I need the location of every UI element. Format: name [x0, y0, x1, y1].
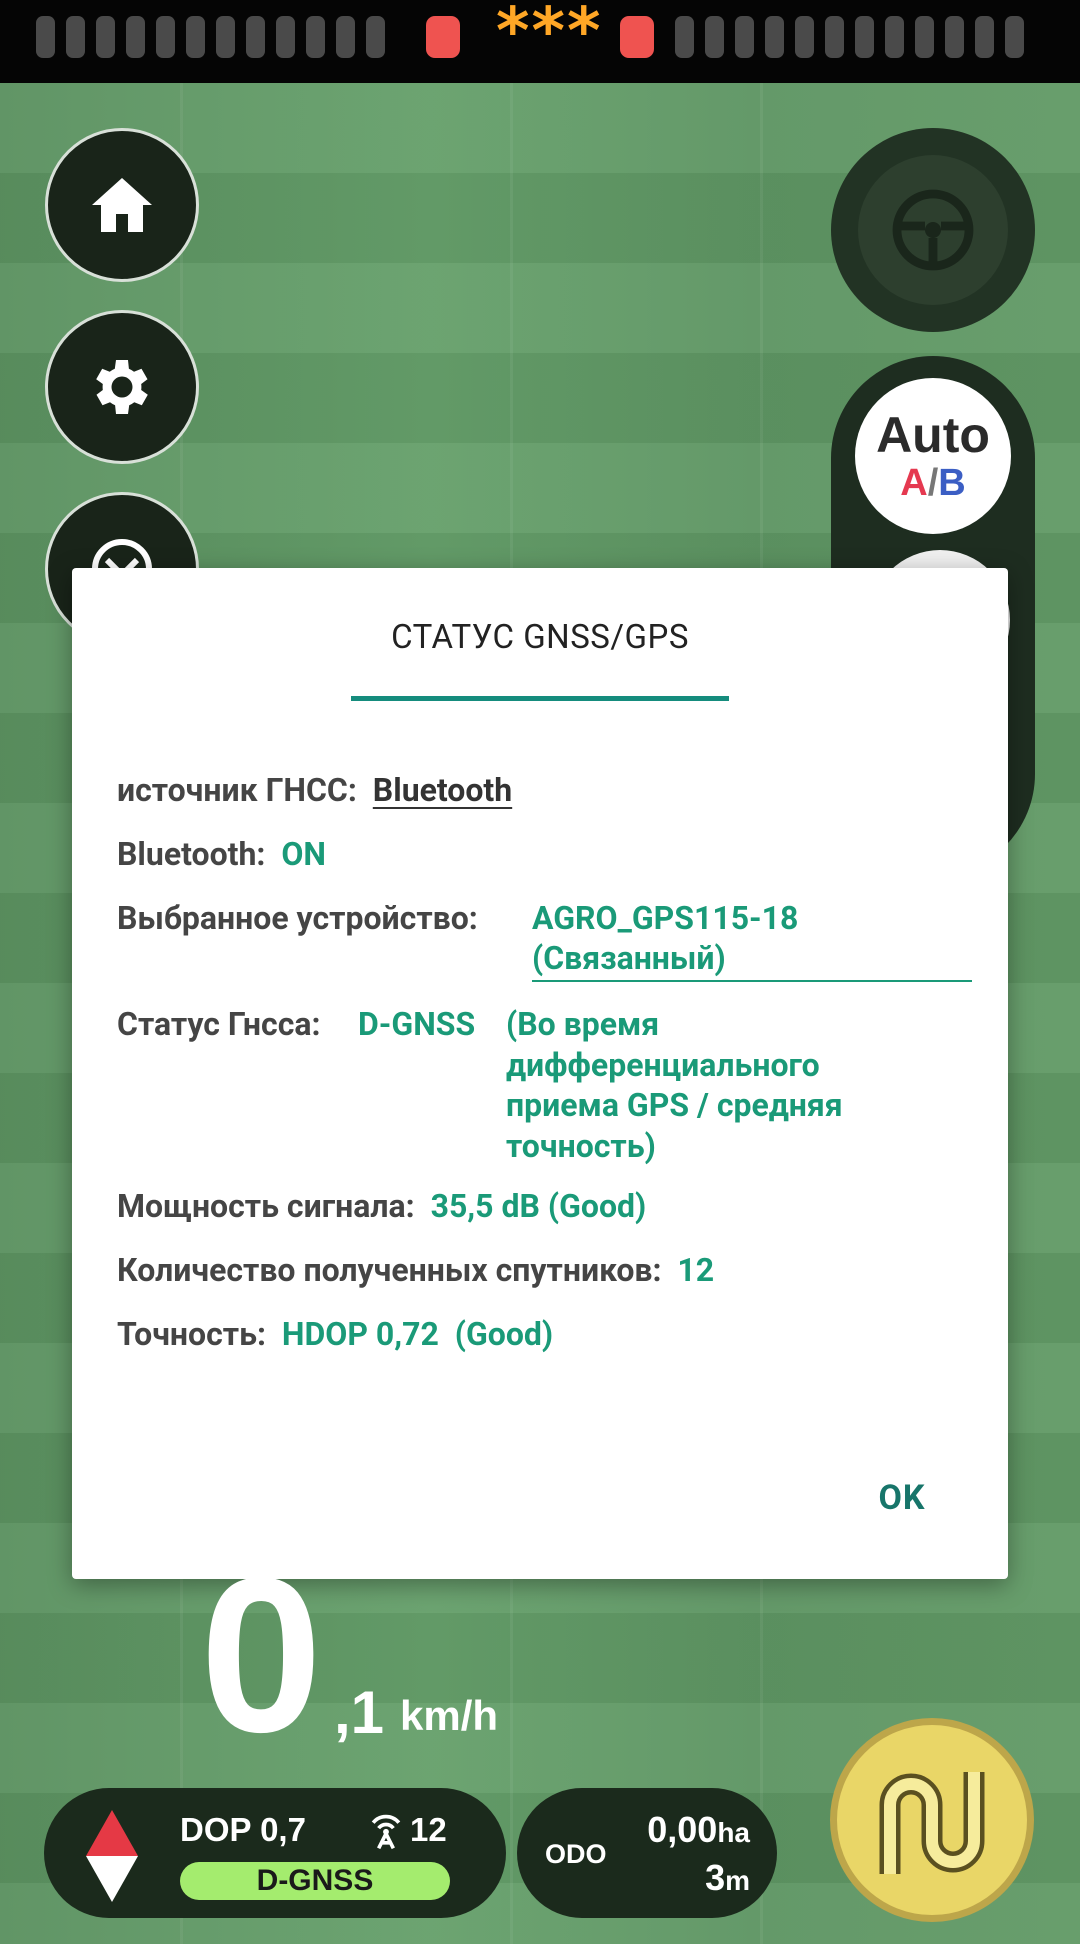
signal-segment [855, 16, 874, 58]
signal-segment [216, 16, 235, 58]
row-accuracy: Точность: HDOP 0,72 (Good) [117, 1315, 554, 1353]
row-gnss-status: Статус Гнсса: [117, 1005, 321, 1043]
status-indicator: *** [496, 0, 603, 69]
selected-device-link[interactable]: AGRO_GPS115-18 (Связанный) [532, 898, 972, 982]
signal-segment [735, 16, 754, 58]
auto-ab-button[interactable]: Auto A/B [855, 378, 1011, 534]
dialog-title: СТАТУС GNSS/GPS [391, 618, 689, 657]
satellites-value: 12 [677, 1251, 715, 1289]
speed-integer: 0 [200, 1532, 323, 1778]
ab-label: A/B [900, 462, 966, 504]
signal-segment [795, 16, 814, 58]
odo-label: ODO [545, 1839, 607, 1869]
signal-segment [36, 16, 55, 58]
signal-segment [126, 16, 145, 58]
compass-icon [86, 1810, 138, 1902]
speed-unit: km/h [400, 1692, 499, 1739]
signal-segment [765, 16, 784, 58]
row-bluetooth: Bluetooth: ON [117, 835, 326, 873]
dop-value: DOP 0,7 [180, 1811, 306, 1848]
home-icon [92, 178, 152, 232]
gnss-status-detail: (Во время дифференциального приема GPS /… [506, 1005, 843, 1165]
signal-segment [945, 16, 964, 58]
alert-segment [620, 16, 654, 58]
title-underline [351, 696, 729, 701]
satellite-count: 12 [410, 1811, 447, 1848]
odo-area: 0,00ha [647, 1809, 750, 1850]
speed-fraction: ,1 [334, 1679, 385, 1746]
signal-segment [306, 16, 325, 58]
satellite-antenna-icon [371, 1814, 401, 1850]
row-gnss-source: источник ГНСС: Bluetooth [117, 771, 513, 809]
home-button[interactable] [45, 128, 199, 282]
odo-distance: 3m [705, 1857, 750, 1898]
ok-button[interactable]: OK [852, 1468, 952, 1528]
autosteer-button[interactable] [831, 128, 1035, 332]
signal-segment [336, 16, 355, 58]
gnss-status-dialog: СТАТУС GNSS/GPS источник ГНСС: Bluetooth… [72, 568, 1008, 1579]
settings-button[interactable] [45, 310, 199, 464]
row-device: Выбранное устройство: [117, 899, 478, 937]
status-bar: *** [0, 0, 1080, 83]
row-satellites: Количество полученных спутников: 12 [117, 1251, 715, 1289]
gear-icon [96, 360, 148, 414]
u-turn-pattern-icon [879, 1772, 985, 1874]
signal-segment [156, 16, 175, 58]
signal-segment [705, 16, 724, 58]
signal-segment [186, 16, 205, 58]
alert-segment [426, 16, 460, 58]
signal-segment [276, 16, 295, 58]
signal-segment [975, 16, 994, 58]
gnss-source-link[interactable]: Bluetooth [373, 771, 512, 809]
steering-wheel-icon [892, 189, 974, 271]
signal-segment [915, 16, 934, 58]
signal-segment [825, 16, 844, 58]
signal-segment [366, 16, 385, 58]
gnss-status-badge: D-GNSS [180, 1862, 450, 1900]
signal-segment [885, 16, 904, 58]
signal-segment [246, 16, 265, 58]
signal-segment [675, 16, 694, 58]
pattern-mode-button[interactable] [830, 1718, 1034, 1922]
signal-value: 35,5 dB (Good) [430, 1187, 647, 1225]
accuracy-value: HDOP 0,72 (Good) [281, 1315, 554, 1353]
auto-label: Auto [876, 407, 990, 463]
bluetooth-state: ON [281, 835, 326, 873]
signal-segment [96, 16, 115, 58]
gnss-status-value: D-GNSS [358, 1005, 476, 1043]
signal-segment [1005, 16, 1024, 58]
signal-segment [66, 16, 85, 58]
row-signal: Мощность сигнала: 35,5 dB (Good) [117, 1187, 647, 1225]
